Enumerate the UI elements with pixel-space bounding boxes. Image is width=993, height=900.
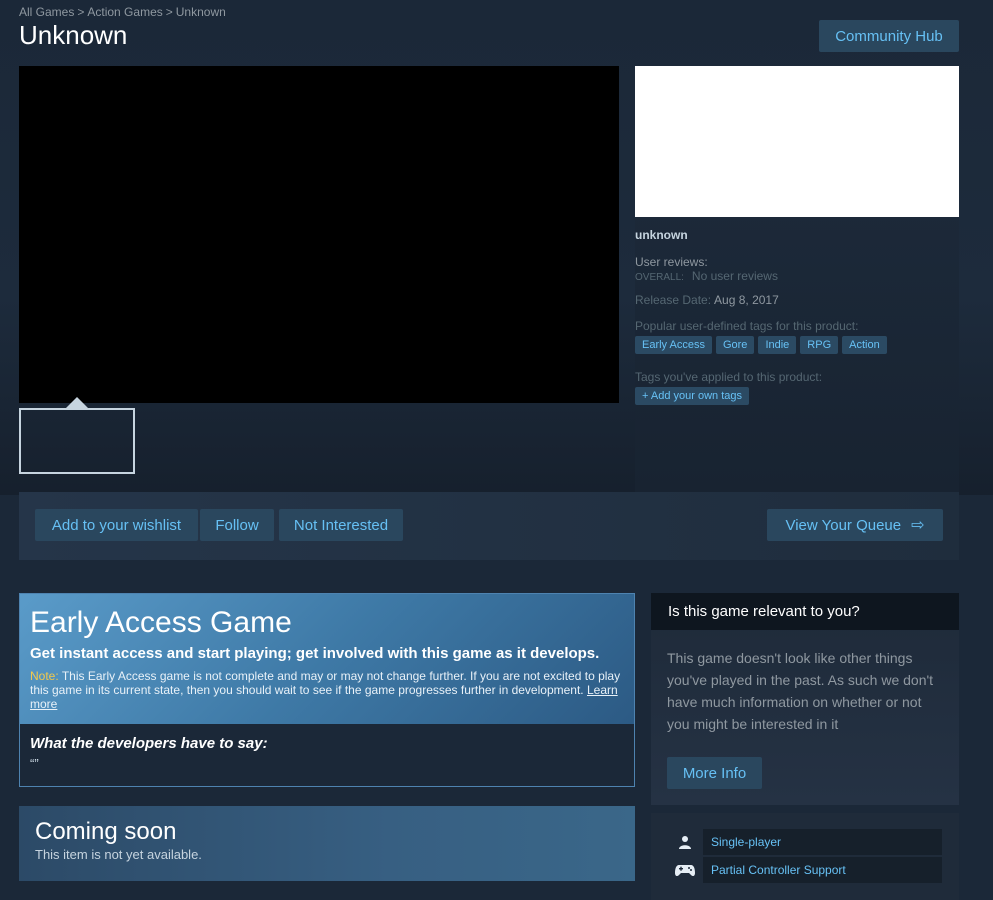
more-info-button[interactable]: More Info xyxy=(667,757,762,789)
tag-indie[interactable]: Indie xyxy=(758,336,797,354)
note-label: Note: xyxy=(30,669,59,683)
release-date-row: Release Date: Aug 8, 2017 xyxy=(635,293,779,307)
view-queue-button[interactable]: View Your Queue ⇨ xyxy=(767,509,943,541)
coming-soon-box: Coming soon This item is not yet availab… xyxy=(19,806,635,881)
features-box: Single-player Partial Controller Support xyxy=(651,813,959,900)
media-thumbnail[interactable] xyxy=(19,408,135,474)
tag-early-access[interactable]: Early Access xyxy=(635,336,712,354)
relevance-title: Is this game relevant to you? xyxy=(668,603,860,620)
not-interested-button[interactable]: Not Interested xyxy=(279,509,403,541)
follow-button[interactable]: Follow xyxy=(200,509,274,541)
user-reviews-label: User reviews: xyxy=(635,255,708,269)
queue-actions-bar: Add to your wishlist Follow Not Interest… xyxy=(19,492,959,560)
game-capsule-image xyxy=(635,66,959,217)
coming-soon-title: Coming soon xyxy=(35,818,177,845)
release-date-label: Release Date: xyxy=(635,293,712,307)
add-to-wishlist-button[interactable]: Add to your wishlist xyxy=(35,509,198,541)
feature-label: Single-player xyxy=(703,829,942,855)
add-tags-button[interactable]: + Add your own tags xyxy=(635,387,749,405)
view-queue-label: View Your Queue xyxy=(785,516,902,534)
game-name: unknown xyxy=(635,228,688,242)
early-access-banner: Early Access Game Get instant access and… xyxy=(20,594,634,724)
breadcrumb-separator: > xyxy=(165,5,173,19)
breadcrumb-current[interactable]: Unknown xyxy=(176,5,226,19)
feature-controller-support[interactable]: Partial Controller Support xyxy=(667,857,942,883)
tag-rpg[interactable]: RPG xyxy=(800,336,839,354)
feature-single-player[interactable]: Single-player xyxy=(667,829,942,855)
applied-tags-label: Tags you've applied to this product: xyxy=(635,370,823,384)
single-player-icon xyxy=(667,829,703,855)
overall-value: No user reviews xyxy=(691,269,778,283)
breadcrumb-action-games[interactable]: Action Games xyxy=(87,5,162,19)
early-access-subtitle: Get instant access and start playing; ge… xyxy=(30,645,600,662)
breadcrumb-separator: > xyxy=(77,5,85,19)
tag-gore[interactable]: Gore xyxy=(715,336,755,354)
early-access-title: Early Access Game xyxy=(30,606,292,639)
game-info-panel: unknown User reviews: OVERALL: No user re… xyxy=(635,66,959,492)
popular-tags-label: Popular user-defined tags for this produ… xyxy=(635,319,859,333)
page-title: Unknown xyxy=(19,20,128,50)
media-player[interactable] xyxy=(19,66,619,403)
breadcrumb: All Games > Action Games > Unknown xyxy=(19,5,226,19)
early-access-box: Early Access Game Get instant access and… xyxy=(19,593,635,787)
coming-soon-subtitle: This item is not yet available. xyxy=(35,847,202,862)
community-hub-button[interactable]: Community Hub xyxy=(819,20,959,52)
feature-label: Partial Controller Support xyxy=(703,857,942,883)
overall-reviews: OVERALL: No user reviews xyxy=(635,269,778,283)
note-text: This Early Access game is not complete a… xyxy=(30,669,621,697)
controller-icon xyxy=(667,857,703,883)
release-date: Aug 8, 2017 xyxy=(714,293,779,307)
early-access-note: Note: This Early Access game is not comp… xyxy=(30,669,630,711)
relevance-header: Is this game relevant to you? xyxy=(651,593,959,630)
tag-action[interactable]: Action xyxy=(842,336,887,354)
developers-say-title: What the developers have to say: xyxy=(30,735,268,752)
breadcrumb-all-games[interactable]: All Games xyxy=(19,5,74,19)
arrow-right-icon: ⇨ xyxy=(911,517,925,534)
relevance-box: Is this game relevant to you? This game … xyxy=(651,593,959,805)
tag-list: Early Access Gore Indie RPG Action xyxy=(635,336,887,354)
developers-quote: “” xyxy=(30,756,39,771)
overall-label: OVERALL: xyxy=(635,272,684,283)
thumbnail-pointer-icon xyxy=(66,397,88,408)
relevance-text: This game doesn't look like other things… xyxy=(667,650,934,732)
